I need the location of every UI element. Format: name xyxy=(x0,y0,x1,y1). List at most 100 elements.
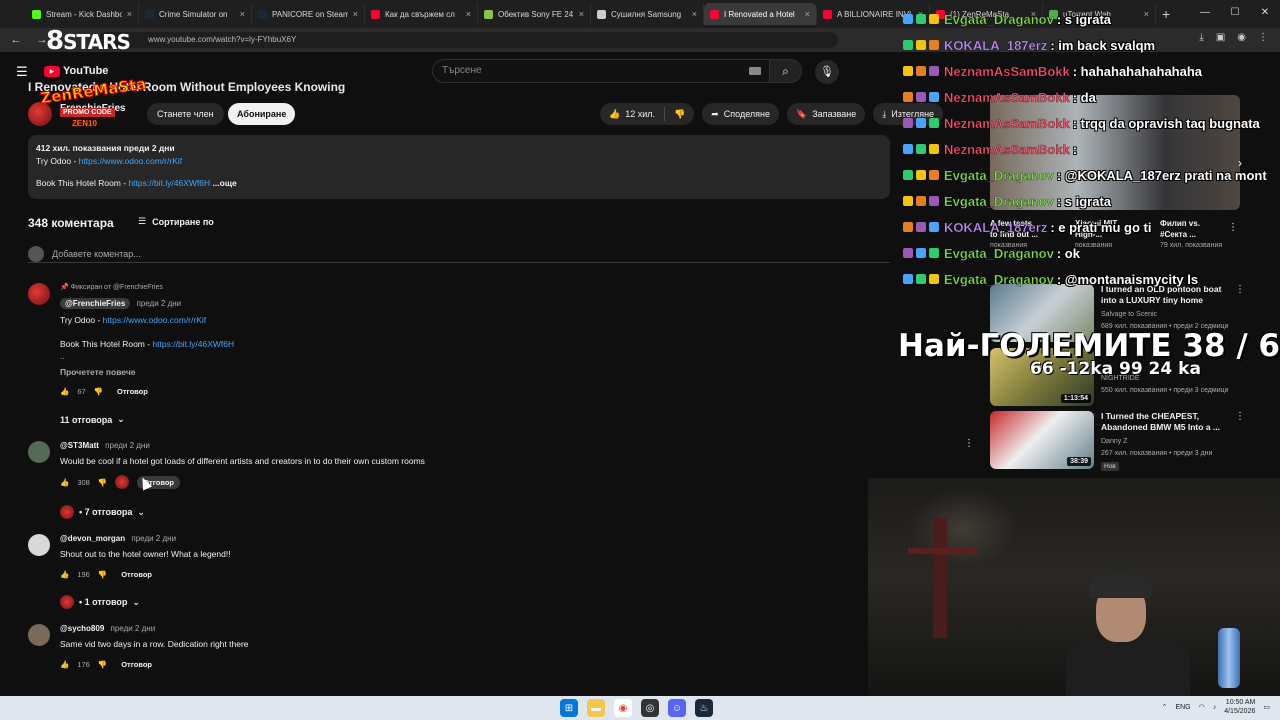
language-indicator[interactable]: ENG xyxy=(1175,704,1190,711)
thumbs-down-icon[interactable]: 👎 xyxy=(98,478,107,487)
comment-avatar[interactable] xyxy=(28,624,50,646)
hamburger-menu-icon[interactable]: ☰ xyxy=(16,64,28,80)
notifications-icon[interactable]: ▭ xyxy=(1263,703,1270,711)
browser-tab[interactable]: Как да свържем сл × xyxy=(365,3,478,25)
thumbs-down-icon[interactable]: 👎 xyxy=(94,387,103,396)
reco-channel[interactable]: Danny Z xyxy=(1101,438,1127,445)
more-options-icon[interactable]: ⋮ xyxy=(1235,411,1245,422)
chat-username[interactable]: NeznamAsSamBokk xyxy=(944,89,1070,104)
like-button[interactable]: 👍 12 хил. xyxy=(600,103,664,125)
menu-icon[interactable]: ⋮ xyxy=(1258,32,1268,43)
profile-icon[interactable]: ◉ xyxy=(1237,32,1246,43)
discord-icon[interactable]: ☺ xyxy=(668,699,686,717)
chrome-icon[interactable]: ◉ xyxy=(614,699,632,717)
replies-toggle[interactable]: • 7 отговора ⌄ xyxy=(60,505,145,519)
back-icon[interactable]: ← xyxy=(8,34,24,46)
chat-username[interactable]: Evgata_Draganov xyxy=(944,11,1054,26)
comment-author[interactable]: @devon_morgan xyxy=(60,534,125,543)
wifi-icon[interactable]: ◠ xyxy=(1199,703,1205,711)
minimize-icon[interactable]: — xyxy=(1190,0,1220,26)
comment-author[interactable]: @sycho809 xyxy=(60,624,104,633)
browser-tab[interactable]: Stream - Kick Dashbo × xyxy=(26,3,139,25)
search-button[interactable]: ⌕ xyxy=(770,59,802,83)
browser-tab[interactable]: Crime Simulator on × xyxy=(139,3,252,25)
reco-thumbnail[interactable]: 38:39 xyxy=(990,411,1094,469)
thumbs-up-icon[interactable]: 👍 xyxy=(60,478,69,487)
thumbs-up-icon[interactable]: 👍 xyxy=(60,570,69,579)
search-input[interactable]: Търсене xyxy=(432,59,770,83)
odoo-link[interactable]: https://www.odoo.com/r/rKif xyxy=(79,156,182,166)
close-tab-icon[interactable]: × xyxy=(805,9,810,19)
volume-icon[interactable]: ♪ xyxy=(1213,704,1217,711)
chat-username[interactable]: KOKALA_187erz xyxy=(944,219,1048,234)
url-field[interactable]: www.youtube.com/watch?v=ly-FYhbuX6Y xyxy=(98,32,838,48)
thumbs-up-icon[interactable]: 👍 xyxy=(60,387,69,396)
maximize-icon[interactable]: ☐ xyxy=(1220,0,1250,26)
close-tab-icon[interactable]: × xyxy=(579,9,584,19)
comment-time[interactable]: преди 2 дни xyxy=(105,441,150,450)
chat-username[interactable]: Evgata_Draganov xyxy=(944,193,1054,208)
dislike-button[interactable]: 👎 xyxy=(665,103,694,125)
close-tab-icon[interactable]: × xyxy=(353,9,358,19)
comment-avatar[interactable] xyxy=(28,534,50,556)
comment-time[interactable]: преди 2 дни xyxy=(111,624,156,633)
more-options-icon[interactable]: ⋮ xyxy=(1235,284,1245,295)
chat-username[interactable]: NeznamAsSamBokk xyxy=(944,115,1070,130)
comment-link[interactable]: https://www.odoo.com/r/rKif xyxy=(103,315,206,325)
sort-button[interactable]: ☰ Сортиране по xyxy=(138,216,214,227)
extensions-icon[interactable]: ▣ xyxy=(1216,32,1225,43)
chat-username[interactable]: NeznamAsSamBokk xyxy=(944,141,1070,156)
read-more-button[interactable]: Прочетете повече xyxy=(60,367,135,377)
close-tab-icon[interactable]: × xyxy=(692,9,697,19)
more-options-icon[interactable]: ⋮ xyxy=(964,438,974,449)
thumbs-down-icon[interactable]: 👎 xyxy=(98,570,107,579)
close-window-icon[interactable]: ✕ xyxy=(1250,0,1280,26)
replies-toggle[interactable]: • 1 отговор ⌄ xyxy=(60,595,140,609)
close-tab-icon[interactable]: × xyxy=(466,9,471,19)
steam-icon[interactable]: ♨ xyxy=(695,699,713,717)
reply-button[interactable]: Отговор xyxy=(111,385,154,398)
new-tab-button[interactable]: + xyxy=(1162,6,1170,22)
thumbs-up-icon[interactable]: 👍 xyxy=(60,660,69,669)
comment-author[interactable]: @ST3Matt xyxy=(60,441,99,450)
reco-channel[interactable]: Salvage to Scenic xyxy=(1101,311,1157,318)
file-explorer-icon[interactable]: ▬ xyxy=(587,699,605,717)
browser-tab[interactable]: Обектив Sony FE 24 × xyxy=(478,3,591,25)
join-button[interactable]: Станете член xyxy=(147,103,224,125)
more-options-icon[interactable]: ⋮ xyxy=(1228,222,1238,233)
replies-toggle[interactable]: 11 отговора ⌄ xyxy=(60,414,125,425)
add-comment-field[interactable]: Добавете коментар... xyxy=(28,245,890,263)
keyboard-icon[interactable] xyxy=(749,67,761,75)
reply-button[interactable]: Отговор xyxy=(115,658,158,671)
show-more-button[interactable]: ...още xyxy=(213,178,237,188)
comment-author[interactable]: @FrenchieFries xyxy=(60,298,131,309)
save-button[interactable]: 🔖 Запазване xyxy=(787,103,866,125)
chat-username[interactable]: Evgata_Draganov xyxy=(944,271,1054,286)
clock[interactable]: 10:50 AM 4/15/2026 xyxy=(1224,698,1255,716)
reply-button[interactable]: Отговор xyxy=(115,568,158,581)
comment-link[interactable]: https://bit.ly/46XWf6H xyxy=(152,339,234,349)
browser-tab[interactable]: PANICORE on Steam × xyxy=(252,3,365,25)
chat-username[interactable]: KOKALA_187erz xyxy=(944,37,1048,52)
comment-avatar[interactable] xyxy=(28,283,50,305)
reco-item[interactable]: 38:39 I Turned the CHEAPEST, Abandoned B… xyxy=(990,411,1250,471)
video-description[interactable]: 412 хил. показвания преди 2 дни Try Odoo… xyxy=(28,135,890,199)
comment-time[interactable]: преди 2 дни xyxy=(131,534,176,543)
tray-expand-icon[interactable]: ⌃ xyxy=(1162,703,1168,711)
close-tab-icon[interactable]: × xyxy=(240,9,245,19)
chat-username[interactable]: Evgata_Draganov xyxy=(944,245,1054,260)
comment-time[interactable]: преди 2 дни xyxy=(137,299,182,308)
chat-username[interactable]: Evgata_Draganov xyxy=(944,167,1054,182)
obs-icon[interactable]: ◎ xyxy=(641,699,659,717)
start-icon[interactable]: ⊞ xyxy=(560,699,578,717)
close-tab-icon[interactable]: × xyxy=(1144,9,1149,19)
hotel-link[interactable]: https://bit.ly/46XWf6H xyxy=(128,178,210,188)
thumbs-down-icon[interactable]: 👎 xyxy=(98,660,107,669)
share-button[interactable]: ➦ Споделяне xyxy=(702,103,780,125)
chat-username[interactable]: NeznamAsSamBokk xyxy=(944,63,1070,78)
comment-avatar[interactable] xyxy=(28,441,50,463)
microphone-icon[interactable]: 🎙 xyxy=(815,60,839,84)
browser-tab[interactable]: Сушилня Samsung × xyxy=(591,3,704,25)
close-tab-icon[interactable]: × xyxy=(127,9,132,19)
subscribe-button[interactable]: Абониране xyxy=(228,103,296,125)
